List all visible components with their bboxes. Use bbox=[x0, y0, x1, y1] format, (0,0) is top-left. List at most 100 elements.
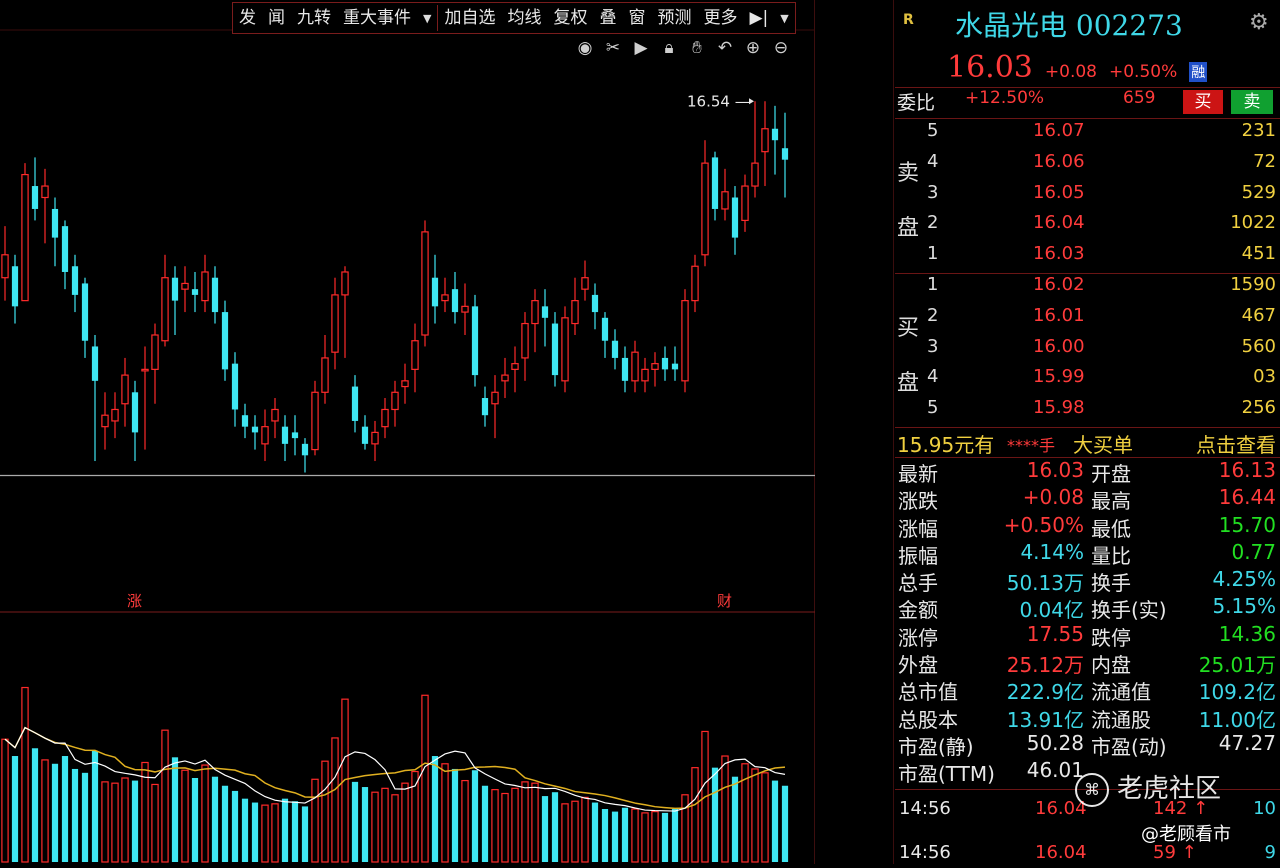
ask-row[interactable]: 2 16.04 1022 bbox=[895, 212, 1280, 242]
candle-body bbox=[411, 340, 419, 370]
dropdown-triangle-icon[interactable]: ▼ bbox=[417, 12, 437, 25]
tick-count: 10 bbox=[1253, 798, 1276, 819]
volume-bar bbox=[531, 782, 539, 863]
stat-label: 最高 bbox=[1091, 489, 1131, 514]
volume-bar bbox=[621, 807, 629, 862]
scissors-icon[interactable]: ✂ bbox=[602, 37, 624, 59]
ask-row[interactable]: 5 16.07 231 bbox=[895, 120, 1280, 150]
zoom-out-icon[interactable]: ⊖ bbox=[770, 37, 792, 59]
volume-bar bbox=[281, 798, 289, 862]
candle-body bbox=[1, 254, 9, 279]
toolbar-ma[interactable]: 均线 bbox=[501, 4, 547, 32]
volume-bar bbox=[151, 783, 159, 863]
undo-icon[interactable]: ↶ bbox=[714, 37, 736, 59]
stat-label: 涨幅 bbox=[898, 516, 938, 541]
candle-body bbox=[501, 374, 509, 382]
toolbar-add-watchlist[interactable]: 加自选 bbox=[438, 4, 501, 32]
ask-level: 1 bbox=[927, 243, 939, 265]
volume-bar bbox=[771, 780, 779, 862]
candle-body bbox=[341, 271, 349, 296]
volume-bar bbox=[691, 767, 699, 863]
event-marker[interactable]: 涨 bbox=[127, 592, 142, 610]
stat-value: 16.44 bbox=[1218, 485, 1276, 510]
volume-bar bbox=[1, 738, 9, 863]
ask-volume: 1022 bbox=[1230, 212, 1276, 234]
skip-end-icon[interactable]: ▶| bbox=[743, 4, 774, 32]
big-order-row[interactable]: 15.95元有 ****手 大买单 点击查看 bbox=[895, 429, 1280, 457]
candle-body bbox=[551, 323, 559, 376]
zoom-in-icon[interactable]: ⊕ bbox=[742, 37, 764, 59]
volume-bar bbox=[471, 770, 479, 862]
candle-body bbox=[21, 173, 29, 302]
stat-value: 0.04亿 bbox=[1019, 598, 1084, 623]
toolbar-forecast[interactable]: 预测 bbox=[651, 4, 697, 32]
kline-svg[interactable]: 16.9015.4614.0312.5711.1416.54 —涨财179511… bbox=[0, 0, 815, 864]
candle-body bbox=[41, 185, 49, 199]
volume-bar bbox=[581, 796, 589, 863]
toolbar-major-events[interactable]: 重大事件 bbox=[337, 4, 417, 32]
stat-value: 50.13万 bbox=[1006, 571, 1084, 596]
gear-icon[interactable]: ⚙ bbox=[1249, 10, 1269, 35]
volume-bar bbox=[661, 812, 669, 862]
volume-bar bbox=[241, 798, 249, 862]
volume-bar bbox=[521, 781, 529, 863]
hand-icon[interactable]: ✋︎ bbox=[686, 37, 708, 59]
stat-row: 总股本 13.91亿 流通股 11.00亿 bbox=[895, 704, 1280, 732]
toolbar-fa[interactable]: 发 bbox=[233, 4, 262, 32]
eye-icon[interactable]: ◉ bbox=[574, 37, 596, 59]
volume-bar bbox=[351, 781, 359, 862]
kline-chart-panel[interactable]: 16.9015.4614.0312.5711.1416.54 —涨财179511… bbox=[0, 0, 815, 864]
candle-body bbox=[311, 391, 319, 451]
ask-row[interactable]: 4 16.06 72 bbox=[895, 151, 1280, 181]
volume-bar bbox=[81, 772, 89, 862]
candle-body bbox=[261, 426, 269, 445]
bid-row[interactable]: 5 15.98 256 bbox=[895, 397, 1280, 427]
candle-body bbox=[31, 186, 39, 209]
volume-bar bbox=[651, 810, 659, 863]
volume-bar bbox=[491, 789, 499, 863]
ask-price: 16.03 bbox=[1033, 243, 1085, 265]
toolbar-adjust[interactable]: 复权 bbox=[547, 4, 593, 32]
stat-row: 最新 16.03 开盘 16.13 bbox=[895, 458, 1280, 486]
buy-button[interactable]: 买 bbox=[1183, 90, 1223, 114]
bid-row[interactable]: 1 16.02 1590 bbox=[895, 274, 1280, 304]
sell-button[interactable]: 卖 bbox=[1231, 90, 1273, 114]
toolbar-window[interactable]: 窗 bbox=[622, 4, 651, 32]
bid-row[interactable]: 3 16.00 560 bbox=[895, 336, 1280, 366]
candle-body bbox=[591, 294, 599, 313]
candle-body bbox=[641, 368, 649, 382]
ask-volume: 231 bbox=[1241, 120, 1276, 141]
weibi-row: 委比 +12.50% 659 买 卖 bbox=[895, 88, 1280, 118]
ask-row[interactable]: 3 16.05 529 bbox=[895, 182, 1280, 212]
bid-price: 16.02 bbox=[1033, 274, 1085, 295]
candle-body bbox=[581, 277, 589, 290]
ask-row[interactable]: 1 16.03 451 bbox=[895, 243, 1280, 273]
tick-count: 9 bbox=[1264, 842, 1276, 863]
volume-bar bbox=[641, 812, 649, 863]
volume-bar bbox=[61, 756, 69, 862]
weibi-diff: 659 bbox=[1123, 88, 1156, 108]
volume-bar bbox=[291, 801, 299, 862]
bid-row[interactable]: 4 15.99 03 bbox=[895, 366, 1280, 396]
toolbar-overlay[interactable]: 叠 bbox=[593, 4, 622, 32]
tick-price: 16.04 bbox=[1035, 842, 1087, 863]
toolbar-news[interactable]: 闻 bbox=[262, 4, 291, 32]
bid-row[interactable]: 2 16.01 467 bbox=[895, 305, 1280, 335]
dropdown-triangle-icon[interactable]: ▼ bbox=[774, 12, 794, 25]
candle-body bbox=[741, 185, 749, 222]
candle-body bbox=[111, 408, 119, 422]
lock-icon[interactable]: 🔒︎ bbox=[658, 37, 680, 59]
event-marker[interactable]: 财 bbox=[717, 592, 732, 610]
candle-body bbox=[401, 380, 409, 388]
stat-label: 流通股 bbox=[1091, 707, 1151, 732]
tick-time: 14:56 bbox=[899, 798, 951, 819]
toolbar-more[interactable]: 更多 bbox=[697, 4, 743, 32]
bid-price: 16.00 bbox=[1033, 335, 1085, 357]
candle-body bbox=[51, 208, 59, 238]
volume-bar bbox=[11, 756, 19, 862]
big-order-link[interactable]: 点击查看 bbox=[1196, 429, 1276, 458]
bid-volume: 560 bbox=[1241, 335, 1276, 357]
toolbar-jiuzhuan[interactable]: 九转 bbox=[291, 4, 337, 32]
volume-bar bbox=[781, 785, 789, 862]
play-icon[interactable]: ▶ bbox=[630, 37, 652, 59]
